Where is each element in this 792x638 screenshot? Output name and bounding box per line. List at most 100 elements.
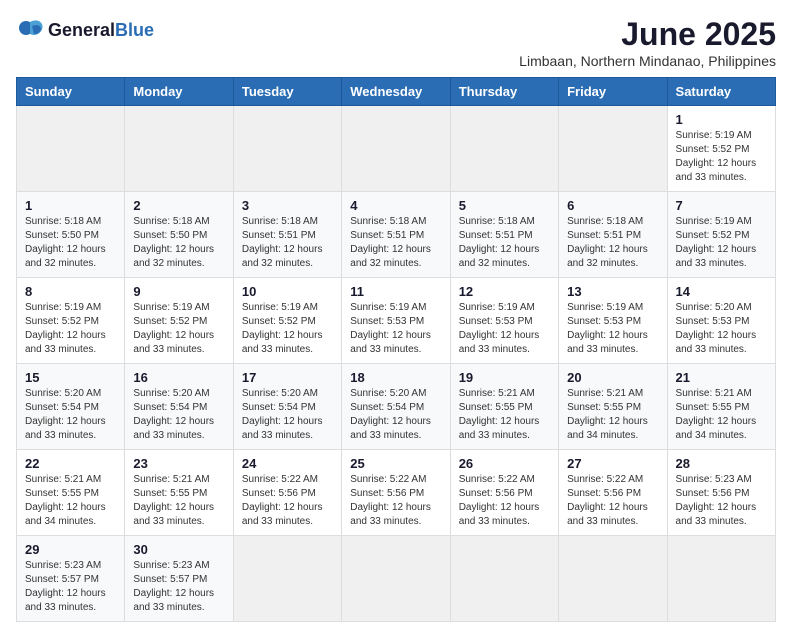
cell-content: Sunrise: 5:18 AM Sunset: 5:50 PM Dayligh… — [133, 215, 224, 271]
day-cell: 30 Sunrise: 5:23 AM Sunset: 5:57 PM Dayli… — [125, 536, 233, 622]
cell-content: Sunrise: 5:19 AM Sunset: 5:52 PM Dayligh… — [676, 215, 767, 271]
day-cell: 11Sunrise: 5:19 AM Sunset: 5:53 PM Dayli… — [342, 278, 450, 364]
day-number: 23 — [133, 456, 224, 471]
logo-icon — [16, 16, 44, 44]
day-cell: 5Sunrise: 5:18 AM Sunset: 5:51 PM Daylig… — [450, 192, 558, 278]
weekday-header-wednesday: Wednesday — [342, 78, 450, 106]
day-cell — [450, 106, 558, 192]
weekday-header-thursday: Thursday — [450, 78, 558, 106]
day-cell: 23 Sunrise: 5:21 AM Sunset: 5:55 PM Dayli… — [125, 450, 233, 536]
day-cell — [667, 536, 775, 622]
cell-content: Sunrise: 5:19 AM Sunset: 5:52 PM Dayligh… — [25, 301, 116, 357]
cell-content: Sunrise: 5:21 AM Sunset: 5:55 PM Dayligh… — [133, 473, 224, 529]
day-cell — [125, 106, 233, 192]
day-number: 22 — [25, 456, 116, 471]
day-number: 17 — [242, 370, 333, 385]
day-cell: 12 Sunrise: 5:19 AM Sunset: 5:53 PM Dayli… — [450, 278, 558, 364]
day-cell — [342, 536, 450, 622]
day-cell: 3 Sunrise: 5:18 AM Sunset: 5:51 PM Daylig… — [233, 192, 341, 278]
day-cell: 7Sunrise: 5:19 AM Sunset: 5:52 PM Daylig… — [667, 192, 775, 278]
cell-content: Sunrise: 5:23 AM Sunset: 5:57 PM Dayligh… — [133, 559, 224, 615]
day-number: 9 — [133, 284, 224, 299]
day-cell: 24 Sunrise: 5:22 AM Sunset: 5:56 PM Dayli… — [233, 450, 341, 536]
week-row-1: 1Sunrise: 5:18 AM Sunset: 5:50 PM Daylig… — [17, 192, 776, 278]
logo-text-blue: Blue — [115, 20, 154, 40]
cell-content: Sunrise: 5:18 AM Sunset: 5:50 PM Dayligh… — [25, 215, 116, 271]
day-number: 12 — [459, 284, 550, 299]
cell-content: Sunrise: 5:22 AM Sunset: 5:56 PM Dayligh… — [350, 473, 441, 529]
day-cell — [233, 536, 341, 622]
day-cell — [342, 106, 450, 192]
cell-content: Sunrise: 5:19 AM Sunset: 5:52 PM Dayligh… — [133, 301, 224, 357]
day-number: 30 — [133, 542, 224, 557]
day-cell: 20Sunrise: 5:21 AM Sunset: 5:55 PM Dayli… — [559, 364, 667, 450]
cell-content: Sunrise: 5:22 AM Sunset: 5:56 PM Dayligh… — [242, 473, 333, 529]
day-cell — [559, 536, 667, 622]
day-cell — [450, 536, 558, 622]
day-cell: 1Sunrise: 5:18 AM Sunset: 5:50 PM Daylig… — [17, 192, 125, 278]
cell-content: Sunrise: 5:20 AM Sunset: 5:54 PM Dayligh… — [133, 387, 224, 443]
cell-content: Sunrise: 5:21 AM Sunset: 5:55 PM Dayligh… — [459, 387, 550, 443]
day-number: 2 — [133, 198, 224, 213]
cell-content: Sunrise: 5:18 AM Sunset: 5:51 PM Dayligh… — [567, 215, 658, 271]
day-number: 28 — [676, 456, 767, 471]
day-cell: 25Sunrise: 5:22 AM Sunset: 5:56 PM Dayli… — [342, 450, 450, 536]
day-number: 4 — [350, 198, 441, 213]
day-cell: 13Sunrise: 5:19 AM Sunset: 5:53 PM Dayli… — [559, 278, 667, 364]
weekday-header-friday: Friday — [559, 78, 667, 106]
logo: GeneralBlue — [16, 16, 154, 44]
cell-content: Sunrise: 5:20 AM Sunset: 5:53 PM Dayligh… — [676, 301, 767, 357]
day-cell: 22 Sunrise: 5:21 AM Sunset: 5:55 PM Dayli… — [17, 450, 125, 536]
cell-content: Sunrise: 5:20 AM Sunset: 5:54 PM Dayligh… — [350, 387, 441, 443]
cell-content: Sunrise: 5:18 AM Sunset: 5:51 PM Dayligh… — [242, 215, 333, 271]
day-cell: 4 Sunrise: 5:18 AM Sunset: 5:51 PM Daylig… — [342, 192, 450, 278]
header: GeneralBlue June 2025 Limbaan, Northern … — [16, 16, 776, 69]
cell-content: Sunrise: 5:19 AM Sunset: 5:53 PM Dayligh… — [350, 301, 441, 357]
day-cell: 8 Sunrise: 5:19 AM Sunset: 5:52 PM Daylig… — [17, 278, 125, 364]
day-number: 16 — [133, 370, 224, 385]
day-cell: 28Sunrise: 5:23 AM Sunset: 5:56 PM Dayli… — [667, 450, 775, 536]
cell-content: Sunrise: 5:21 AM Sunset: 5:55 PM Dayligh… — [567, 387, 658, 443]
cell-content: Sunrise: 5:19 AM Sunset: 5:53 PM Dayligh… — [567, 301, 658, 357]
weekday-header-tuesday: Tuesday — [233, 78, 341, 106]
day-number: 5 — [459, 198, 550, 213]
day-number: 27 — [567, 456, 658, 471]
cell-content: Sunrise: 5:22 AM Sunset: 5:56 PM Dayligh… — [567, 473, 658, 529]
day-number: 6 — [567, 198, 658, 213]
calendar-table: SundayMondayTuesdayWednesdayThursdayFrid… — [16, 77, 776, 622]
day-number: 19 — [459, 370, 550, 385]
day-cell: 9 Sunrise: 5:19 AM Sunset: 5:52 PM Daylig… — [125, 278, 233, 364]
day-cell: 6 Sunrise: 5:18 AM Sunset: 5:51 PM Daylig… — [559, 192, 667, 278]
cell-content: Sunrise: 5:20 AM Sunset: 5:54 PM Dayligh… — [242, 387, 333, 443]
weekday-header-row: SundayMondayTuesdayWednesdayThursdayFrid… — [17, 78, 776, 106]
day-cell — [559, 106, 667, 192]
day-number: 8 — [25, 284, 116, 299]
location-title: Limbaan, Northern Mindanao, Philippines — [519, 53, 776, 69]
day-number: 21 — [676, 370, 767, 385]
weekday-header-sunday: Sunday — [17, 78, 125, 106]
day-number: 29 — [25, 542, 116, 557]
day-number: 18 — [350, 370, 441, 385]
week-row-0: 1Sunrise: 5:19 AM Sunset: 5:52 PM Daylig… — [17, 106, 776, 192]
week-row-5: 29 Sunrise: 5:23 AM Sunset: 5:57 PM Dayli… — [17, 536, 776, 622]
day-cell: 14Sunrise: 5:20 AM Sunset: 5:53 PM Dayli… — [667, 278, 775, 364]
day-number: 10 — [242, 284, 333, 299]
title-section: June 2025 Limbaan, Northern Mindanao, Ph… — [519, 16, 776, 69]
day-cell: 29 Sunrise: 5:23 AM Sunset: 5:57 PM Dayli… — [17, 536, 125, 622]
day-cell: 1Sunrise: 5:19 AM Sunset: 5:52 PM Daylig… — [667, 106, 775, 192]
day-number: 24 — [242, 456, 333, 471]
weekday-header-monday: Monday — [125, 78, 233, 106]
cell-content: Sunrise: 5:19 AM Sunset: 5:52 PM Dayligh… — [676, 129, 767, 185]
day-cell — [17, 106, 125, 192]
week-row-2: 8 Sunrise: 5:19 AM Sunset: 5:52 PM Daylig… — [17, 278, 776, 364]
day-number: 3 — [242, 198, 333, 213]
cell-content: Sunrise: 5:19 AM Sunset: 5:53 PM Dayligh… — [459, 301, 550, 357]
month-title: June 2025 — [519, 16, 776, 53]
day-cell: 27 Sunrise: 5:22 AM Sunset: 5:56 PM Dayli… — [559, 450, 667, 536]
cell-content: Sunrise: 5:21 AM Sunset: 5:55 PM Dayligh… — [676, 387, 767, 443]
cell-content: Sunrise: 5:23 AM Sunset: 5:57 PM Dayligh… — [25, 559, 116, 615]
cell-content: Sunrise: 5:20 AM Sunset: 5:54 PM Dayligh… — [25, 387, 116, 443]
day-cell: 2 Sunrise: 5:18 AM Sunset: 5:50 PM Daylig… — [125, 192, 233, 278]
cell-content: Sunrise: 5:21 AM Sunset: 5:55 PM Dayligh… — [25, 473, 116, 529]
cell-content: Sunrise: 5:18 AM Sunset: 5:51 PM Dayligh… — [350, 215, 441, 271]
